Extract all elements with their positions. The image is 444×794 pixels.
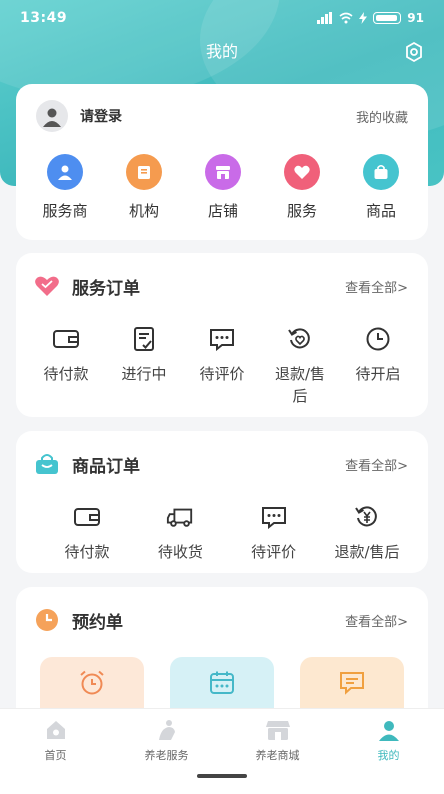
- avatar[interactable]: [36, 100, 68, 132]
- page-title: 我的: [205, 42, 238, 61]
- tab-label: 首页: [44, 749, 67, 762]
- signal-icon: [317, 12, 333, 24]
- order-status-refund[interactable]: 退款/售后: [322, 503, 412, 563]
- service-icon: [284, 154, 320, 190]
- appointment-icon: [34, 607, 60, 633]
- charging-icon: [359, 12, 368, 24]
- wallet-icon: [73, 503, 101, 531]
- order-status-label: 进行中: [121, 365, 167, 383]
- battery-level: 91: [407, 11, 424, 25]
- checklist-icon: [130, 325, 158, 353]
- order-status-not-started[interactable]: 待开启: [342, 325, 414, 407]
- order-status-pending-payment[interactable]: 待付款: [30, 325, 102, 407]
- elderly-service-icon: [154, 717, 180, 743]
- tab-label: 养老服务: [144, 749, 189, 762]
- section-title: 商品订单: [72, 456, 140, 477]
- tab-profile[interactable]: 我的: [333, 709, 444, 769]
- quick-link-label: 商品: [365, 202, 396, 220]
- wifi-icon: [339, 12, 353, 24]
- login-link[interactable]: 请登录: [80, 106, 122, 126]
- order-status-pending-payment[interactable]: 待付款: [42, 503, 132, 563]
- yuan-refund-icon: [353, 503, 381, 531]
- heart-icon: [34, 273, 60, 299]
- store-icon: [205, 154, 241, 190]
- order-status-refund[interactable]: 退款/售后: [264, 325, 336, 407]
- profile-card: 请登录 我的收藏 服务商 机构 店铺 服务 商品: [16, 84, 428, 240]
- product-icon: [363, 154, 399, 190]
- quick-link-store[interactable]: 店铺: [188, 154, 258, 221]
- quick-link-label: 服务商: [42, 202, 88, 220]
- view-all-link[interactable]: 查看全部>: [345, 277, 408, 296]
- home-indicator: [197, 774, 247, 778]
- view-all-link[interactable]: 查看全部>: [345, 455, 408, 474]
- order-status-label: 退款/售后: [334, 543, 400, 561]
- order-status-in-progress[interactable]: 进行中: [108, 325, 180, 407]
- favorites-link[interactable]: 我的收藏: [356, 107, 408, 126]
- institution-icon: [126, 154, 162, 190]
- quick-link-service[interactable]: 服务: [267, 154, 337, 221]
- status-bar: 13:49 91: [0, 0, 444, 36]
- tab-label: 我的: [377, 749, 400, 762]
- quick-link-label: 店铺: [207, 202, 238, 220]
- order-status-label: 待收货: [157, 543, 203, 561]
- tab-home[interactable]: 首页: [0, 709, 111, 769]
- profile-icon: [376, 717, 402, 743]
- shopping-bag-icon: [34, 451, 60, 477]
- order-status-pending-review[interactable]: 待评价: [229, 503, 319, 563]
- quick-link-product[interactable]: 商品: [346, 154, 416, 221]
- order-status-label: 退款/售后: [274, 365, 326, 405]
- quick-link-label: 服务: [286, 202, 317, 220]
- quick-link-institution[interactable]: 机构: [109, 154, 179, 221]
- view-all-link[interactable]: 查看全部>: [345, 611, 408, 630]
- order-status-pending-review[interactable]: 待评价: [186, 325, 258, 407]
- quick-link-service-provider[interactable]: 服务商: [30, 154, 100, 221]
- truck-icon: [166, 503, 194, 531]
- tab-mall[interactable]: 养老商城: [222, 709, 333, 769]
- tab-label: 养老商城: [255, 749, 300, 762]
- order-status-label: 待付款: [64, 543, 110, 561]
- order-status-label: 待付款: [43, 365, 89, 383]
- status-time: 13:49: [20, 10, 68, 26]
- tab-elderly-service[interactable]: 养老服务: [111, 709, 222, 769]
- refund-icon: [286, 325, 314, 353]
- order-status-label: 待评价: [251, 543, 297, 561]
- bottom-tab-bar: 首页 养老服务 养老商城 我的: [0, 708, 444, 794]
- goods-orders-card: 商品订单 查看全部> 待付款 待收货 待评价 退款/售后: [16, 431, 428, 573]
- service-orders-card: 服务订单 查看全部> 待付款 进行中 待评价 退款/售后 待开启: [16, 253, 428, 417]
- section-title: 服务订单: [72, 278, 140, 299]
- service-provider-icon: [47, 154, 83, 190]
- battery-icon: [373, 12, 402, 24]
- wallet-icon: [52, 325, 80, 353]
- mall-icon: [265, 717, 291, 743]
- order-status-label: 待开启: [355, 365, 401, 383]
- comment-icon: [260, 503, 288, 531]
- order-status-pending-delivery[interactable]: 待收货: [135, 503, 225, 563]
- order-status-label: 待评价: [199, 365, 245, 383]
- comment-icon: [208, 325, 236, 353]
- settings-icon[interactable]: [402, 40, 426, 64]
- section-title: 预约单: [72, 612, 123, 633]
- home-icon: [43, 717, 69, 743]
- clock-icon: [364, 325, 392, 353]
- quick-link-label: 机构: [128, 202, 159, 220]
